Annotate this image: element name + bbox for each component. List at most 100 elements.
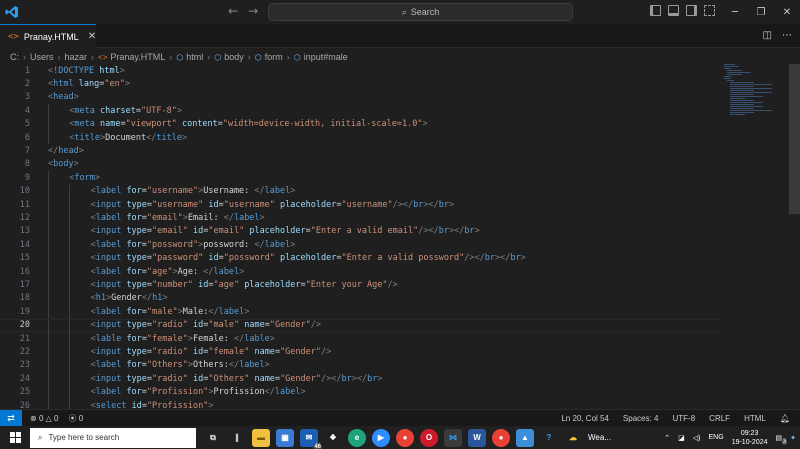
code-token: "female": [146, 333, 188, 344]
code-token: ></: [495, 253, 511, 264]
notifications-icon[interactable]: ▤ 3: [776, 434, 788, 445]
restore-button[interactable]: ❐: [748, 0, 774, 24]
code-line[interactable]: 14 <label for="possword">possword: </labe…: [0, 238, 720, 252]
code-line[interactable]: 16 <label for="age">Age: </label>: [0, 265, 720, 279]
help-icon[interactable]: ?: [540, 429, 558, 447]
chrome-profile-icon[interactable]: ●: [492, 428, 510, 447]
code-token: Others:: [193, 360, 229, 371]
chrome-icon[interactable]: ●: [396, 428, 414, 447]
tab-pranay-html[interactable]: <> Pranay.HTML ✕: [0, 24, 96, 48]
breadcrumb-users[interactable]: Users: [30, 52, 54, 62]
toggle-secondary-sidebar-icon[interactable]: [686, 5, 697, 16]
minimize-button[interactable]: ─: [722, 0, 748, 24]
code-line[interactable]: 11 <input type="username" id="username" p…: [0, 198, 720, 212]
code-token: meta: [74, 105, 95, 116]
code-line[interactable]: 19 <label for="male">Male:</label>: [0, 305, 720, 319]
vscode-logo-icon[interactable]: [0, 0, 24, 24]
breadcrumb-html[interactable]: html: [186, 52, 203, 62]
problems-indicator[interactable]: ⊗ 0 △ 0: [30, 414, 58, 423]
copilot-icon[interactable]: ✦: [790, 434, 796, 442]
dropbox-icon[interactable]: ❖: [324, 429, 342, 447]
line-number: 14: [19, 239, 30, 250]
code-editor[interactable]: 1 <!DOCTYPE html> 2 <html lang="en"> 3 <head>…: [0, 64, 790, 409]
code-line[interactable]: 12 <label for="email">Email: </label>: [0, 211, 720, 225]
code-token: >: [244, 306, 250, 317]
code-line[interactable]: 9 <form>: [0, 171, 720, 185]
code-token: title: [156, 132, 182, 143]
language-mode[interactable]: HTML: [744, 414, 766, 423]
edge-icon[interactable]: e: [348, 428, 366, 447]
code-line[interactable]: 23 <label for="Others">Others:</label>: [0, 358, 720, 373]
task-view-icon[interactable]: ⧉: [204, 429, 222, 447]
code-line[interactable]: 20 <input type="radio" id="male" name="Ge…: [0, 318, 720, 333]
code-line[interactable]: 6 <title>Document</title>: [0, 131, 720, 145]
code-line[interactable]: 3 <head>: [0, 91, 720, 104]
network-icon[interactable]: ◪: [678, 434, 685, 442]
encoding-setting[interactable]: UTF-8: [673, 414, 696, 423]
code-line[interactable]: 15 <input type="password" id="possword" p…: [0, 251, 720, 265]
code-line[interactable]: 10 <label for="username">Username: </labe…: [0, 184, 720, 198]
word-icon[interactable]: W: [468, 428, 486, 447]
close-window-button[interactable]: ✕: [774, 0, 800, 24]
ports-indicator[interactable]: ⦿ 0: [68, 413, 83, 424]
toggle-primary-sidebar-icon[interactable]: [650, 5, 661, 16]
code-line[interactable]: 21 <lable for="female">Female: </lable>: [0, 332, 720, 346]
code-line[interactable]: 18 <h1>Gender</h1>: [0, 291, 720, 306]
forward-arrow-icon[interactable]: →: [248, 4, 258, 18]
code-line[interactable]: 26 <select id="Profission">: [0, 399, 720, 409]
code-line[interactable]: 22 <input type="radio" id="female" name="…: [0, 345, 720, 359]
customize-layout-icon[interactable]: [704, 5, 715, 16]
code-line[interactable]: 7 </head>: [0, 144, 720, 157]
close-tab-icon[interactable]: ✕: [88, 31, 96, 42]
code-line[interactable]: 17 <input type="number" id="age" placehol…: [0, 278, 720, 292]
toggle-panel-icon[interactable]: [668, 5, 679, 16]
vscode-taskbar-icon[interactable]: ⋈: [444, 428, 462, 447]
code-line[interactable]: 8 <body>: [0, 158, 720, 171]
cursor-position[interactable]: Ln 20, Col 54: [561, 414, 609, 423]
code-token: select: [95, 400, 127, 409]
code-line[interactable]: 25 <label for="Profission">Profission</la…: [0, 385, 720, 399]
notifications-bell-icon[interactable]: 🔔︎: [780, 414, 790, 423]
command-search-box[interactable]: ⌕ Search: [268, 3, 573, 21]
split-editor-icon[interactable]: ◫: [763, 30, 772, 41]
breadcrumb-drive[interactable]: C:: [10, 52, 19, 62]
weather-icon[interactable]: ☁: [564, 429, 582, 447]
file-explorer-icon[interactable]: ▬: [252, 428, 270, 447]
breadcrumb-user-folder[interactable]: hazar: [65, 52, 88, 62]
minimap[interactable]: [724, 64, 780, 115]
code-line[interactable]: 4 <meta charset="UTF-8">: [0, 104, 720, 118]
back-arrow-icon[interactable]: ←: [228, 4, 238, 18]
code-line[interactable]: 1 <!DOCTYPE html>: [0, 64, 720, 77]
code-line[interactable]: 5 <meta name="viewport" content="width=de…: [0, 117, 720, 131]
chevron-right-icon: ›: [23, 52, 26, 62]
vertical-scrollbar[interactable]: [789, 64, 800, 214]
mail-icon[interactable]: ✉ 46: [300, 428, 322, 449]
breadcrumb-file[interactable]: Pranay.HTML: [110, 52, 165, 62]
breadcrumb-body[interactable]: body: [224, 52, 244, 62]
taskbar-search-box[interactable]: ⌕ Type here to search: [30, 427, 196, 448]
remote-indicator-icon[interactable]: ⇄: [0, 409, 22, 427]
photos-icon[interactable]: ▲: [516, 428, 534, 447]
start-button[interactable]: [0, 426, 30, 449]
eol-setting[interactable]: CRLF: [709, 414, 730, 423]
indentation-setting[interactable]: Spaces: 4: [623, 414, 659, 423]
input-language[interactable]: ENG: [709, 434, 724, 441]
more-actions-icon[interactable]: ⋯: [782, 30, 792, 41]
code-line[interactable]: 2 <html lang="en">: [0, 77, 720, 90]
code-token: >: [290, 239, 296, 250]
store-icon[interactable]: ▦: [276, 428, 294, 447]
opera-icon[interactable]: O: [420, 428, 438, 447]
volume-icon[interactable]: ◁): [693, 434, 701, 442]
breadcrumb-form[interactable]: form: [265, 52, 283, 62]
widgets-icon[interactable]: ∥: [228, 429, 246, 447]
clock[interactable]: 09:23 19-10-2024: [732, 429, 768, 447]
zoom-icon[interactable]: ▶: [372, 428, 390, 447]
code-line[interactable]: 24 <input type="radio" id="Others" name="…: [0, 372, 720, 386]
code-token: type: [126, 347, 147, 358]
code-line[interactable]: 13 <input type="email" id="email" placeho…: [0, 224, 720, 239]
weather-label[interactable]: Wea...: [588, 433, 611, 442]
search-icon: ⌕: [401, 6, 407, 17]
code-token: Profission: [213, 387, 265, 398]
breadcrumb-input-male[interactable]: input#male: [304, 52, 348, 62]
chevron-up-icon[interactable]: ⌃: [664, 434, 670, 442]
